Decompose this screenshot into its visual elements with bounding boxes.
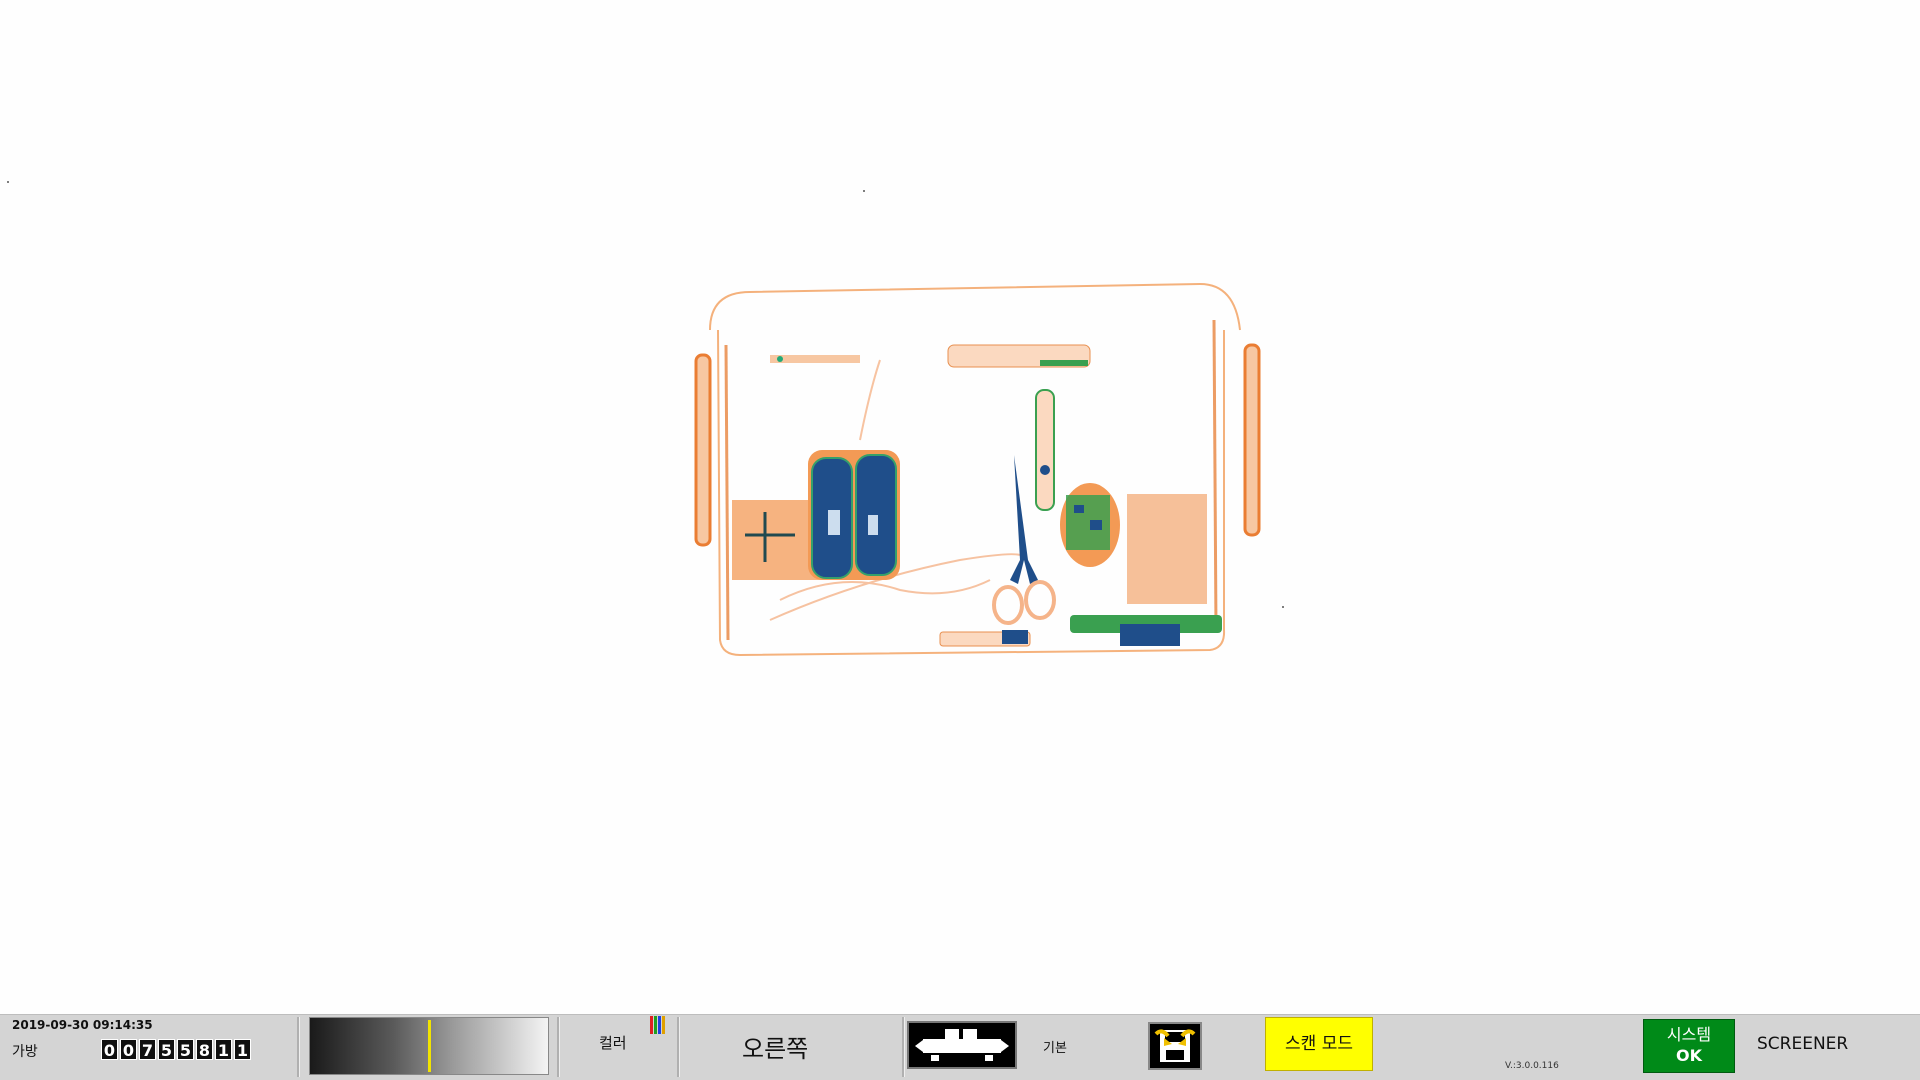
color-palette-icon[interactable] — [650, 1016, 668, 1036]
bag-counter-digit: 1 — [234, 1039, 251, 1060]
lighter-bottom — [939, 630, 1031, 647]
scan-datetime: 2019-09-30 09:14:35 — [12, 1018, 153, 1032]
noise-speck — [1282, 606, 1284, 608]
bag-counter-digit: 0 — [120, 1039, 137, 1060]
conveyor-belt-button[interactable] — [907, 1021, 1017, 1069]
system-status-indicator[interactable]: 시스템 OK — [1643, 1019, 1735, 1073]
bag-counter-digit: 5 — [158, 1039, 175, 1060]
save-disk-icon — [1154, 1029, 1196, 1062]
bag-counter-digit: 5 — [177, 1039, 194, 1060]
color-palette-bar — [662, 1016, 665, 1034]
electronic-device — [1060, 483, 1120, 567]
software-version: V.:3.0.0.116 — [1505, 1061, 1559, 1071]
scan-mode-button[interactable]: 스캔 모드 — [1265, 1017, 1373, 1071]
system-status-value: OK — [1676, 1046, 1702, 1065]
bag-count-label: 가방 — [12, 1044, 38, 1060]
toothbrush-top — [947, 344, 1091, 368]
conveyor-belt-icon — [915, 1029, 1009, 1061]
battery-pack — [808, 450, 900, 580]
screwdriver-vertical — [1035, 389, 1055, 511]
divider — [557, 1017, 560, 1077]
tool-bottom-right — [1070, 615, 1222, 646]
noise-speck — [863, 190, 865, 192]
bag-counter-digit: 1 — [215, 1039, 232, 1060]
divider — [297, 1017, 300, 1077]
bag-counter-digit: 0 — [101, 1039, 118, 1060]
organic-block-right — [1127, 494, 1207, 604]
bag-counter-digit: 7 — [139, 1039, 156, 1060]
divider — [677, 1017, 680, 1077]
divider — [902, 1017, 905, 1077]
grayscale-slider-thumb[interactable] — [428, 1020, 431, 1072]
bag-counter: 00755811 — [101, 1039, 251, 1060]
view-side-label[interactable]: 오른쪽 — [742, 1029, 808, 1064]
color-mode-label[interactable]: 컬러 — [599, 1032, 627, 1053]
color-palette-bar — [658, 1016, 661, 1034]
status-bar: 2019-09-30 09:14:35 가방 00755811 컬러 오른쪽 기… — [0, 1014, 1920, 1080]
base-mode-label[interactable]: 기본 — [1043, 1037, 1067, 1056]
color-palette-bar — [654, 1016, 657, 1034]
xray-image-viewport[interactable] — [0, 0, 1920, 1014]
user-role-label: SCREENER — [1757, 1034, 1849, 1054]
system-status-title: 시스템 — [1666, 1025, 1712, 1044]
bag-counter-digit: 8 — [196, 1039, 213, 1060]
xray-scan-image — [7, 181, 1284, 657]
pen-top-left — [770, 355, 860, 363]
save-image-button[interactable] — [1148, 1022, 1202, 1070]
grayscale-level-slider[interactable] — [309, 1017, 549, 1075]
color-palette-bar — [650, 1016, 653, 1034]
noise-speck — [7, 181, 9, 183]
